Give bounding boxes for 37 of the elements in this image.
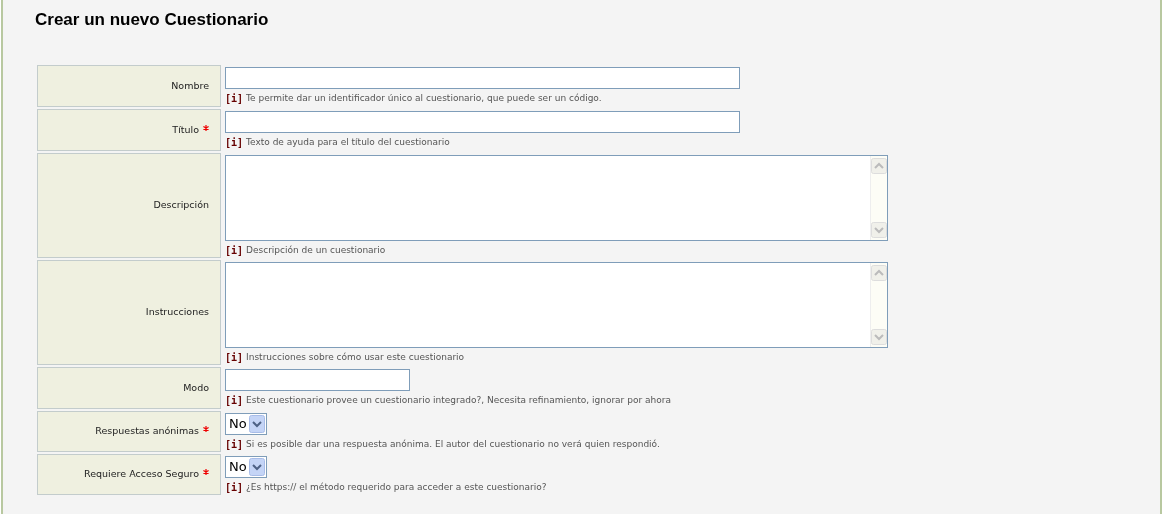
dropdown[interactable]: No — [225, 456, 267, 478]
text-field[interactable] — [225, 111, 740, 133]
info-mark: [i] — [225, 394, 244, 408]
hint-text: Este cuestionario provee un cuestionario integrado?, Necesita refinamiento, ignorar por ahora — [246, 393, 671, 407]
field-label: Modo — [183, 381, 209, 393]
info-mark: [i] — [225, 244, 244, 258]
info-mark: [i] — [225, 438, 244, 452]
text-field[interactable] — [225, 369, 410, 391]
hint-text: Texto de ayuda para el título del cuestionario — [246, 135, 450, 149]
scroll-up-button[interactable] — [871, 158, 887, 174]
hint-text: Si es posible dar una respuesta anónima. El autor del cuestionario no verá quien respondió. — [246, 437, 660, 451]
info-mark: [i] — [225, 136, 244, 150]
scroll-up-button[interactable] — [871, 265, 887, 281]
scroll-down-button[interactable] — [871, 329, 887, 345]
field-label: Descripción — [153, 199, 209, 211]
caret-icon — [249, 458, 265, 476]
caret-icon — [249, 415, 265, 433]
text-field[interactable] — [225, 67, 740, 89]
field-label: Respuestas anónimas — [95, 425, 199, 437]
info-mark: [i] — [225, 351, 244, 365]
dropdown[interactable]: No — [225, 413, 267, 435]
scrollbar[interactable] — [870, 263, 887, 347]
text-area[interactable] — [225, 155, 888, 241]
field-label: Requiere Acceso Seguro — [84, 468, 199, 480]
field-label: Título — [172, 123, 199, 135]
info-mark: [i] — [225, 481, 244, 495]
page-title: Crear un nuevo Cuestionario — [35, 10, 270, 30]
hint-text: ¿Es https:// el método requerido para acceder a este cuestionario? — [246, 480, 547, 494]
scroll-down-button[interactable] — [871, 222, 887, 238]
hint-text: Instrucciones sobre cómo usar este cuestionario — [246, 350, 465, 364]
hint-text: Te permite dar un identificador único al cuestionario, que puede ser un código. — [246, 91, 602, 105]
scrollbar[interactable] — [870, 156, 887, 240]
hint-text: Descripción de un cuestionario — [246, 243, 386, 257]
field-label: Instrucciones — [145, 306, 209, 318]
info-mark: [i] — [225, 92, 244, 106]
field-label: Nombre — [171, 79, 209, 91]
text-area[interactable] — [225, 262, 888, 348]
